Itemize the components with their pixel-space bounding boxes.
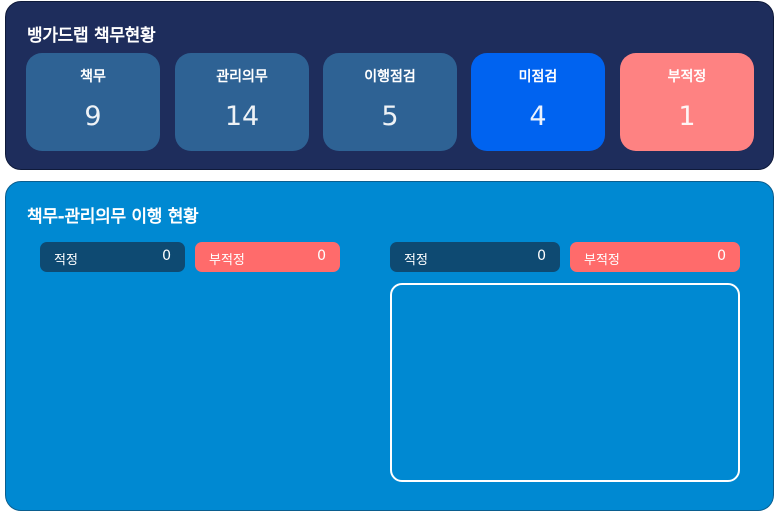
stat-card-value: 5 (381, 101, 399, 132)
stat-card-value: 4 (529, 101, 547, 132)
summary-title: 뱅가드랩 책무현황 (27, 26, 156, 46)
pill-count: 0 (537, 248, 546, 264)
compliance-panel: 책무-관리의무 이행 현황 적정 0 부적정 0 적정 0 부적정 0 (5, 181, 774, 511)
stat-card-inadequate[interactable]: 부적정 1 (620, 53, 754, 151)
stat-card-value: 14 (224, 101, 260, 132)
stat-card-responsibilities[interactable]: 책무 9 (26, 53, 160, 151)
stat-card-inspections[interactable]: 이행점검 5 (323, 53, 457, 151)
stat-card-label: 부적정 (667, 69, 707, 85)
stat-card-value: 9 (84, 101, 102, 132)
stat-card-label: 책무 (80, 69, 106, 85)
stat-card-management-duties[interactable]: 관리의무 14 (175, 53, 309, 151)
pill-count: 0 (162, 248, 171, 264)
pill-label: 적정 (54, 253, 78, 268)
stat-card-label: 이행점검 (364, 69, 416, 85)
pill-count: 0 (717, 248, 726, 264)
summary-panel: 뱅가드랩 책무현황 책무 9 관리의무 14 이행점검 5 미점검 4 부적정 … (5, 1, 774, 170)
right-inadequate-pill[interactable]: 부적정 0 (570, 242, 740, 272)
pill-label: 적정 (404, 253, 428, 268)
compliance-title: 책무-관리의무 이행 현황 (27, 207, 199, 227)
stat-card-uninspected[interactable]: 미점검 4 (471, 53, 605, 151)
stat-card-label: 미점검 (518, 69, 558, 85)
result-list-box[interactable] (390, 283, 740, 482)
pill-label: 부적정 (584, 253, 620, 268)
right-adequate-pill[interactable]: 적정 0 (390, 242, 560, 272)
left-inadequate-pill[interactable]: 부적정 0 (195, 242, 340, 272)
stat-card-value: 1 (678, 101, 696, 132)
pill-label: 부적정 (209, 253, 245, 268)
pill-count: 0 (317, 248, 326, 264)
left-adequate-pill[interactable]: 적정 0 (40, 242, 185, 272)
stat-card-label: 관리의무 (216, 69, 268, 85)
